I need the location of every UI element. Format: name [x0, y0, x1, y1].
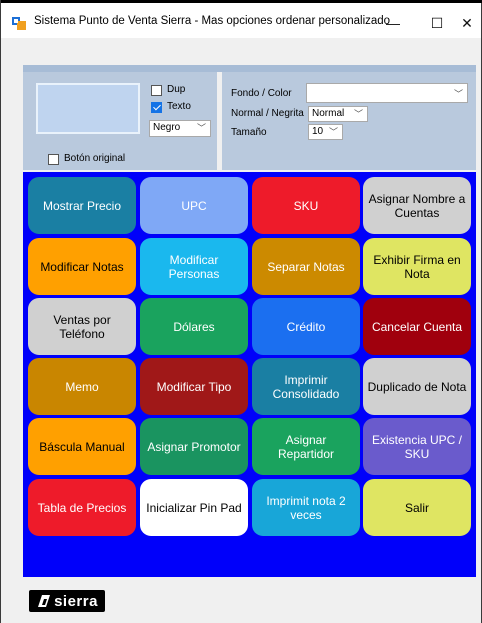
tamano-label: Tamaño: [231, 127, 267, 138]
boton-original-label: Botón original: [64, 153, 126, 164]
action-button-imprimit-nota-2-veces[interactable]: Imprimit nota 2 veces: [252, 479, 360, 536]
fondo-color-label: Fondo / Color: [231, 88, 292, 99]
text-color-select[interactable]: Negro ﹀: [149, 120, 211, 137]
normal-negrita-value: Normal: [312, 108, 345, 119]
window-title: Sistema Punto de Venta Sierra - Mas opci…: [34, 15, 391, 27]
close-button[interactable]: ✕: [445, 10, 482, 36]
action-button-asignar-promotor[interactable]: Asignar Promotor: [140, 418, 248, 475]
logo-mark-icon: [38, 595, 51, 607]
minimize-button[interactable]: —: [371, 10, 415, 36]
app-icon: [12, 17, 26, 30]
action-button-asignar-nombre-a-cuentas[interactable]: Asignar Nombre a Cuentas: [363, 177, 471, 234]
action-button-modificar-tipo[interactable]: Modificar Tipo: [140, 358, 248, 415]
panel-separator: [217, 72, 222, 170]
chevron-down-icon: ﹀: [453, 89, 463, 99]
normal-negrita-label: Normal / Negrita: [231, 108, 304, 119]
dup-label: Dup: [167, 84, 186, 95]
chevron-down-icon: ﹀: [353, 109, 363, 119]
action-button-memo[interactable]: Memo: [28, 358, 136, 415]
app-window: Sistema Punto de Venta Sierra - Mas opci…: [0, 0, 482, 623]
texto-checkbox[interactable]: [151, 102, 162, 113]
tamano-select[interactable]: 10 ﹀: [308, 124, 343, 140]
logo-text: sierra: [54, 592, 98, 610]
fondo-color-select[interactable]: ﹀: [306, 83, 468, 103]
action-button-mostrar-precio[interactable]: Mostrar Precio: [28, 177, 136, 234]
action-button-báscula-manual[interactable]: Báscula Manual: [28, 418, 136, 475]
text-color-value: Negro: [153, 122, 181, 133]
action-button-ventas-por-teléfono[interactable]: Ventas por Teléfono: [28, 298, 136, 355]
tamano-value: 10: [312, 126, 324, 137]
action-button-duplicado-de-nota[interactable]: Duplicado de Nota: [363, 358, 471, 415]
action-button-dólares[interactable]: Dólares: [140, 298, 248, 355]
action-button-upc[interactable]: UPC: [140, 177, 248, 234]
normal-negrita-select[interactable]: Normal ﹀: [308, 106, 368, 122]
boton-original-checkbox[interactable]: [48, 154, 59, 165]
action-button-tabla-de-precios[interactable]: Tabla de Precios: [28, 479, 136, 536]
texto-label: Texto: [167, 101, 191, 112]
options-panel-header: [23, 65, 476, 72]
action-button-imprimir-consolidado[interactable]: Imprimir Consolidado: [252, 358, 360, 415]
action-button-crédito[interactable]: Crédito: [252, 298, 360, 355]
title-bar[interactable]: Sistema Punto de Venta Sierra - Mas opci…: [1, 3, 481, 38]
action-button-existencia-upc-sku[interactable]: Existencia UPC / SKU: [363, 418, 471, 475]
action-button-cancelar-cuenta[interactable]: Cancelar Cuenta: [363, 298, 471, 355]
action-button-modificar-notas[interactable]: Modificar Notas: [28, 238, 136, 295]
action-button-asignar-repartidor[interactable]: Asignar Repartidor: [252, 418, 360, 475]
chevron-down-icon: ﹀: [328, 127, 338, 137]
action-button-separar-notas[interactable]: Separar Notas: [252, 238, 360, 295]
action-button-sku[interactable]: SKU: [252, 177, 360, 234]
buttons-grid: Mostrar Precio UPC SKU Asignar Nombre a Cue…: [23, 172, 476, 577]
chevron-down-icon: ﹀: [196, 123, 206, 133]
action-button-inicializar-pin-pad[interactable]: Inicializar Pin Pad: [140, 479, 248, 536]
action-button-modificar-personas[interactable]: Modificar Personas: [140, 238, 248, 295]
sierra-logo: sierra: [29, 590, 105, 612]
action-button-exhibir-firma-en-nota[interactable]: Exhibir Firma en Nota: [363, 238, 471, 295]
dup-checkbox[interactable]: [151, 85, 162, 96]
action-button-salir[interactable]: Salir: [363, 479, 471, 536]
color-preview-swatch[interactable]: [36, 83, 140, 134]
